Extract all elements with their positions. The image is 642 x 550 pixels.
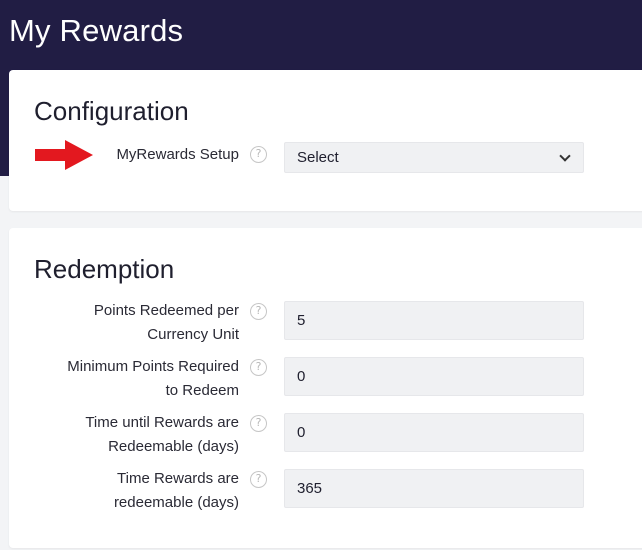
- label-line: redeemable (days): [113, 494, 239, 511]
- chevron-down-icon: [559, 150, 571, 162]
- help-icon[interactable]: ?: [250, 303, 267, 320]
- label-line: to Redeem: [165, 382, 239, 399]
- help-icon[interactable]: ?: [250, 471, 267, 488]
- label-line: Points Redeemed per: [93, 302, 239, 319]
- rewards-redeemable-days-input[interactable]: 365: [284, 469, 584, 508]
- label-line: Redeemable (days): [108, 438, 239, 455]
- configuration-title: Configuration: [34, 96, 189, 126]
- time-until-redeemable-label: Time until Rewards are Redeemable (days): [19, 411, 239, 459]
- help-icon[interactable]: ?: [250, 415, 267, 432]
- minimum-points-input[interactable]: 0: [284, 357, 584, 396]
- label-line: Time Rewards are: [117, 470, 239, 487]
- label-line: Currency Unit: [147, 326, 239, 343]
- redemption-title: Redemption: [34, 254, 175, 284]
- page-title: My Rewards: [9, 13, 184, 48]
- help-icon[interactable]: ?: [250, 359, 267, 376]
- redemption-card: Redemption Points Redeemed per Currency …: [9, 228, 642, 548]
- myrewards-setup-select[interactable]: Select: [284, 142, 584, 173]
- minimum-points-label: Minimum Points Required to Redeem: [19, 355, 239, 403]
- configuration-card: Configuration MyRewards Setup ? Select: [9, 70, 642, 211]
- label-line: Time until Rewards are: [85, 414, 239, 431]
- rewards-redeemable-days-label: Time Rewards are redeemable (days): [19, 467, 239, 515]
- help-icon[interactable]: ?: [250, 146, 267, 163]
- points-per-currency-label: Points Redeemed per Currency Unit: [19, 299, 239, 347]
- time-until-redeemable-input[interactable]: 0: [284, 413, 584, 452]
- points-per-currency-input[interactable]: 5: [284, 301, 584, 340]
- myrewards-setup-label: MyRewards Setup: [116, 146, 239, 163]
- myrewards-setup-select-value: Select: [297, 149, 339, 166]
- label-line: Minimum Points Required: [67, 358, 239, 375]
